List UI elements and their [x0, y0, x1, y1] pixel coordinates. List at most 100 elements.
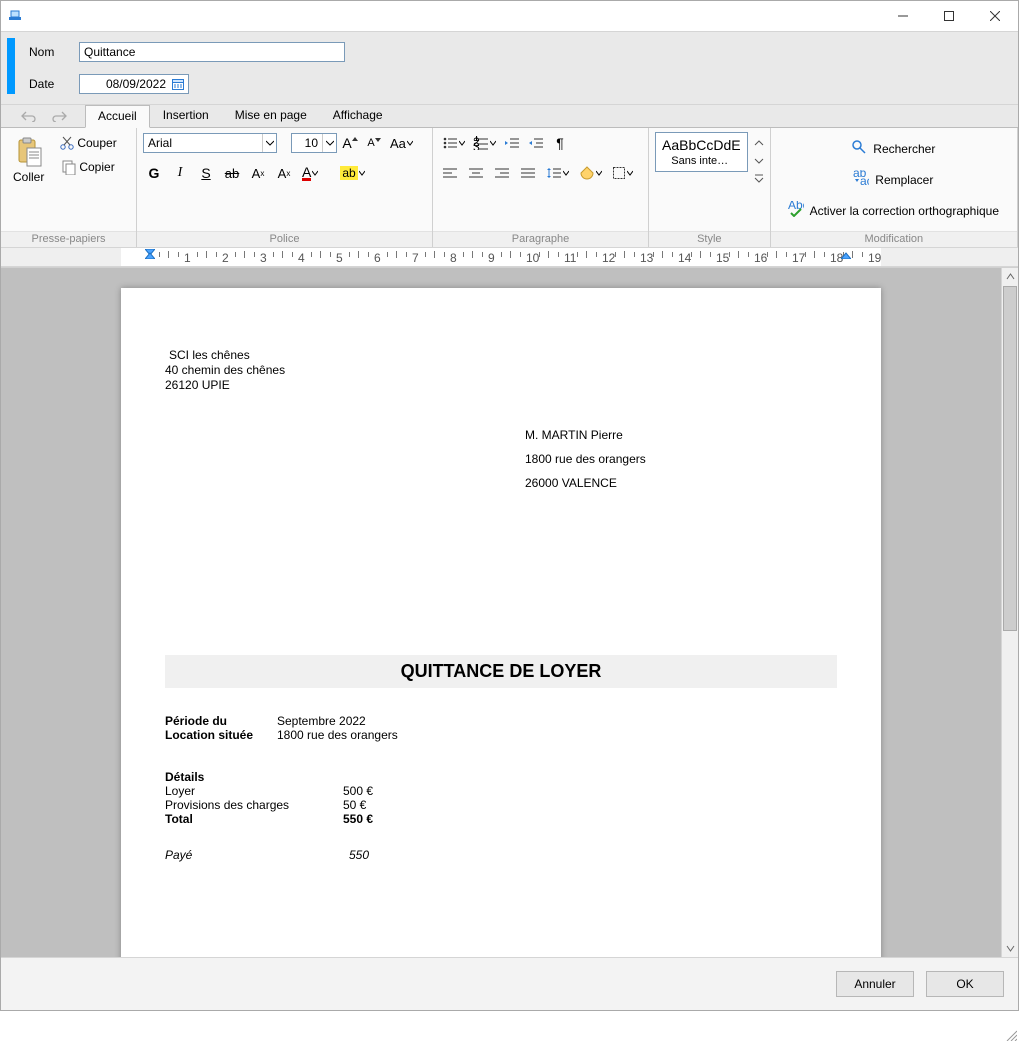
copier-label: Copier	[79, 160, 114, 174]
undo-button[interactable]	[17, 105, 39, 127]
app-icon	[7, 8, 23, 24]
horizontal-ruler[interactable]: 12345678910111213141516171819	[1, 247, 1018, 267]
ruler-label: 15	[716, 251, 729, 265]
font-name-input[interactable]	[144, 134, 262, 152]
window-titlebar	[1, 1, 1018, 31]
group-label-style: Style	[649, 231, 770, 247]
increase-indent-button[interactable]	[525, 132, 547, 154]
tab-insertion[interactable]: Insertion	[150, 104, 222, 127]
line-spacing-button[interactable]	[543, 162, 572, 184]
chevron-down-icon[interactable]	[262, 134, 276, 152]
rechercher-button[interactable]: Rechercher	[785, 136, 1002, 161]
group-label-paragraphe: Paragraphe	[433, 231, 648, 247]
ruler-label: 16	[754, 251, 767, 265]
provisions-value: 50 €	[343, 798, 366, 812]
copier-button[interactable]: Copier	[56, 156, 119, 178]
italic-button[interactable]: I	[169, 162, 191, 184]
scroll-thumb[interactable]	[1003, 286, 1017, 631]
ruler-label: 5	[336, 251, 343, 265]
total-label: Total	[165, 812, 343, 826]
align-center-button[interactable]	[465, 162, 487, 184]
font-size-combo[interactable]	[291, 133, 337, 153]
font-size-input[interactable]	[292, 134, 322, 152]
redo-button[interactable]	[49, 105, 71, 127]
search-icon	[851, 139, 867, 158]
sender-street: 40 chemin des chênes	[165, 363, 837, 378]
document-canvas[interactable]: SCI les chênes 40 chemin des chênes 2612…	[1, 268, 1001, 957]
location-label: Location située	[165, 728, 277, 742]
loyer-label: Loyer	[165, 784, 343, 798]
scroll-down-arrow[interactable]	[1002, 940, 1018, 957]
subscript-button[interactable]: Ax	[247, 162, 269, 184]
couper-label: Couper	[77, 136, 116, 150]
underline-button[interactable]: S	[195, 162, 217, 184]
details-header: Détails	[165, 770, 837, 784]
chevron-down-icon[interactable]	[322, 134, 336, 152]
strikethrough-button[interactable]: ab	[221, 162, 243, 184]
date-input[interactable]	[80, 75, 170, 93]
grow-font-button[interactable]: A	[339, 132, 361, 154]
resize-grip[interactable]	[1003, 1027, 1019, 1043]
window-close-button[interactable]	[972, 1, 1018, 31]
replace-icon: abac	[853, 170, 869, 189]
font-color-button[interactable]: A	[299, 162, 321, 184]
borders-button[interactable]	[609, 162, 636, 184]
ok-button[interactable]: OK	[926, 971, 1004, 997]
style-scroll-down[interactable]	[754, 154, 764, 168]
spellcheck-icon: Abc	[788, 201, 804, 220]
accent-bar	[7, 38, 15, 94]
ruler-label: 13	[640, 251, 653, 265]
ruler-label: 3	[260, 251, 267, 265]
tab-accueil[interactable]: Accueil	[85, 105, 150, 128]
rechercher-label: Rechercher	[873, 142, 935, 156]
tab-mise-en-page[interactable]: Mise en page	[222, 104, 320, 127]
ruler-label: 19	[868, 251, 881, 265]
tab-affichage[interactable]: Affichage	[320, 104, 396, 127]
document-page[interactable]: SCI les chênes 40 chemin des chênes 2612…	[121, 288, 881, 957]
style-expand[interactable]	[754, 172, 764, 186]
ruler-label: 7	[412, 251, 419, 265]
correction-label: Activer la correction orthographique	[810, 204, 999, 218]
nom-input[interactable]	[79, 42, 345, 62]
paid-label: Payé	[165, 848, 349, 862]
decrease-indent-button[interactable]	[501, 132, 523, 154]
periode-value: Septembre 2022	[277, 714, 366, 728]
indent-marker[interactable]	[841, 248, 851, 262]
style-scroll-up[interactable]	[754, 136, 764, 150]
window-maximize-button[interactable]	[926, 1, 972, 31]
highlight-button[interactable]: ab	[337, 162, 367, 184]
correction-button[interactable]: Abc Activer la correction orthographique	[785, 198, 1002, 223]
indent-marker[interactable]	[145, 248, 155, 262]
calendar-icon[interactable]	[170, 76, 186, 92]
bullet-list-button[interactable]	[439, 132, 468, 154]
date-label: Date	[29, 77, 65, 91]
font-name-combo[interactable]	[143, 133, 277, 153]
recipient-city: 26000 VALENCE	[525, 471, 837, 495]
coller-button[interactable]: Coller	[7, 132, 50, 188]
shrink-font-button[interactable]: A	[363, 132, 385, 154]
show-marks-button[interactable]: ¶	[549, 132, 571, 154]
vertical-scrollbar[interactable]	[1001, 268, 1018, 957]
align-justify-button[interactable]	[517, 162, 539, 184]
provisions-label: Provisions des charges	[165, 798, 343, 812]
align-left-button[interactable]	[439, 162, 461, 184]
style-gallery-item[interactable]: AaBbCcDdE Sans interli...	[655, 132, 748, 172]
shading-button[interactable]	[576, 162, 605, 184]
scroll-up-arrow[interactable]	[1002, 268, 1018, 285]
periode-label: Période du	[165, 714, 277, 728]
case-button[interactable]: Aa	[387, 132, 416, 154]
ruler-label: 11	[564, 251, 576, 265]
location-value: 1800 rue des orangers	[277, 728, 398, 742]
nom-label: Nom	[29, 45, 65, 59]
remplacer-button[interactable]: abac Remplacer	[785, 167, 1002, 192]
couper-button[interactable]: Couper	[56, 132, 119, 154]
annuler-button[interactable]: Annuler	[836, 971, 914, 997]
window-minimize-button[interactable]	[880, 1, 926, 31]
align-right-button[interactable]	[491, 162, 513, 184]
number-list-button[interactable]: 123	[470, 132, 499, 154]
ruler-label: 2	[222, 251, 229, 265]
bold-button[interactable]: G	[143, 162, 165, 184]
superscript-button[interactable]: Ax	[273, 162, 295, 184]
recipient-street: 1800 rue des orangers	[525, 447, 837, 471]
sender-city: 26120 UPIE	[165, 378, 837, 393]
